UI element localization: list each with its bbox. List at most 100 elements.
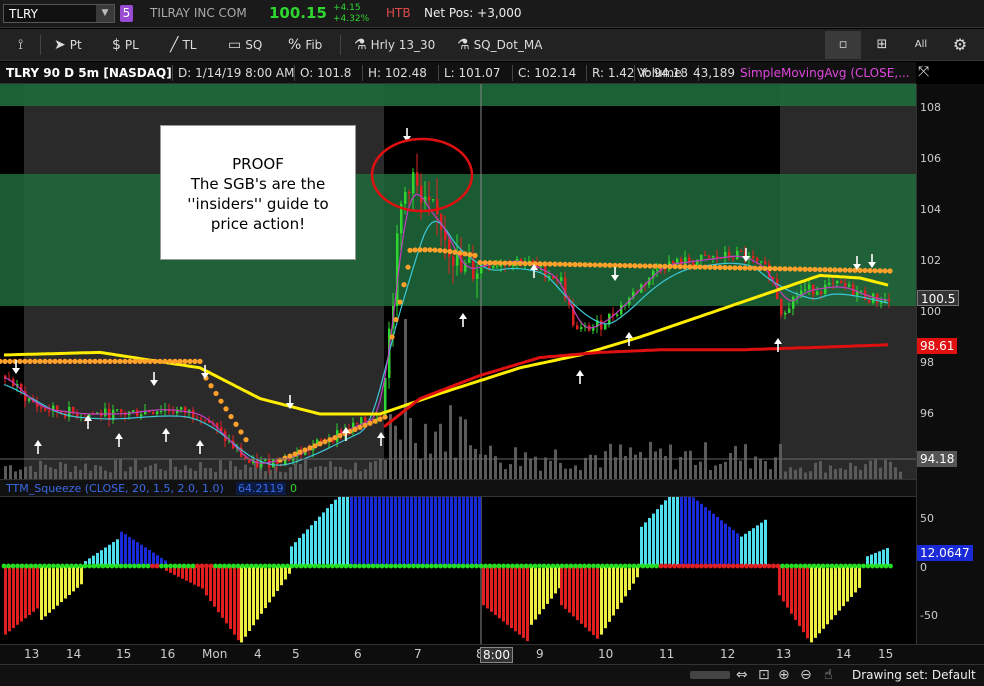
fibonacci-tool-button[interactable]: % Fib (284, 34, 326, 56)
squeeze-dot (622, 563, 628, 569)
orange-dot (457, 250, 463, 256)
squeeze-dot (73, 563, 79, 569)
squeeze-dot (555, 563, 560, 569)
histogram-bar (542, 566, 545, 610)
trendline-tool-button[interactable]: ╱ TL (166, 34, 200, 56)
time-axis[interactable]: 13 14 15 16 Mon 4 5 6 7 8 8:00 9 10 11 1… (0, 644, 984, 664)
histogram-bar (510, 566, 513, 629)
pl-tool-button[interactable]: $ PL (108, 34, 143, 56)
histogram-bar (834, 566, 837, 616)
volume-bar (44, 464, 47, 479)
price-chart[interactable] (0, 84, 916, 479)
scroll-left-right-icon[interactable]: ⇔ (736, 667, 748, 683)
histogram-bar (798, 566, 801, 627)
squeeze-dot (640, 563, 646, 569)
squeeze-dot (577, 563, 583, 569)
squeeze-dot (348, 563, 353, 569)
orange-dot (717, 264, 723, 271)
histogram-bar (386, 497, 389, 566)
link-group-badge[interactable]: 5 (120, 5, 133, 22)
squeeze-dot (195, 563, 200, 569)
squeeze-dot (730, 563, 736, 569)
histogram-bar (438, 497, 441, 566)
squeeze-dot (451, 563, 457, 569)
rectangle-tool-button[interactable]: ▭ SQ (224, 34, 266, 56)
candle-body (784, 312, 787, 315)
volume-bar (504, 469, 507, 479)
histogram-bar (16, 566, 19, 625)
status-bar: ⇔ ⊡ ⊕ ⊖ ☝ Drawing set: Default (0, 664, 984, 686)
symbol-selector[interactable]: TLRY ▼ (3, 4, 115, 23)
histogram-bar (620, 566, 623, 603)
squeeze-dot (276, 563, 281, 569)
squeeze-dot (330, 563, 335, 569)
candle-body (828, 282, 831, 285)
crosshair-toggle-icon[interactable]: ⤧ (918, 64, 929, 80)
volume-bar (369, 462, 372, 479)
histogram-bar (778, 566, 781, 596)
orange-dot (357, 424, 363, 430)
time-tick: 14 (66, 647, 82, 661)
squeeze-dot (19, 563, 25, 569)
single-layout-button[interactable]: ▫ (825, 31, 861, 59)
histogram-bar (534, 566, 537, 620)
histogram-bar (209, 566, 212, 601)
histogram-bar (402, 497, 405, 566)
orange-dot (112, 358, 118, 364)
squeeze-dot (15, 563, 20, 569)
fit-zoom-icon[interactable]: ⊡ (758, 667, 770, 683)
squeeze-dot (775, 563, 781, 569)
orange-dot (587, 262, 593, 268)
histogram-bar (32, 566, 35, 612)
sma-study-label[interactable]: SimpleMovingAvg (CLOSE,... (740, 66, 910, 80)
all-button[interactable]: All (903, 31, 939, 59)
orange-dot (887, 268, 893, 274)
squeeze-dot (771, 563, 776, 569)
squeeze-dot (784, 563, 790, 569)
study-sqdot-button[interactable]: ⚗ SQ_Dot_MA (453, 34, 546, 56)
symbol-input[interactable]: TLRY (9, 7, 38, 21)
volume-bar (539, 470, 542, 479)
histogram-bar (720, 520, 723, 566)
price-tick: 108 (920, 101, 941, 114)
candle-body (756, 258, 759, 262)
zoom-out-icon[interactable]: ⊖ (800, 667, 812, 683)
histogram-bar (72, 566, 75, 592)
volume-bar (84, 463, 87, 479)
squeeze-dot (843, 563, 848, 569)
volume-bar (184, 465, 187, 479)
orange-dot (197, 358, 203, 364)
settings-button[interactable]: ⚙ (942, 31, 978, 59)
squeeze-dot (658, 563, 664, 569)
drawing-set-selector[interactable]: Drawing set: Default (852, 668, 976, 682)
orange-dot (393, 316, 399, 323)
study-hrly-button[interactable]: ⚗ Hrly 13_30 (350, 34, 439, 56)
squeeze-dot (325, 563, 331, 569)
squeeze-dot (568, 563, 574, 569)
pin-button[interactable]: ⟟ (14, 34, 31, 56)
squeeze-histogram[interactable] (0, 497, 916, 644)
note-line: ''insiders'' guide to (187, 195, 329, 213)
horizontal-scrollbar[interactable] (690, 671, 730, 679)
volume-bar (534, 456, 537, 479)
chevron-down-icon[interactable]: ▼ (96, 5, 114, 22)
zoom-in-icon[interactable]: ⊕ (778, 667, 790, 683)
volume-bar (814, 462, 817, 479)
squeeze-dot (483, 563, 488, 569)
histogram-bar (790, 566, 793, 614)
volume-bar (704, 442, 707, 479)
histogram-bar (568, 566, 571, 613)
histogram-bar (244, 566, 247, 637)
cursor-time-tag: 8:00 (480, 647, 513, 663)
volume-bar (779, 443, 782, 479)
pointer-tool-button[interactable]: ➤ Pt (50, 34, 86, 56)
volume-bar (49, 467, 52, 479)
volume-bar (719, 464, 722, 479)
grid-layout-button[interactable]: ⊞ (864, 31, 900, 59)
histogram-bar (736, 533, 739, 566)
pan-cursor-icon[interactable]: ☝ (824, 667, 833, 683)
orange-dot (228, 413, 234, 420)
histogram-bar (724, 523, 727, 566)
squeeze-study-label[interactable]: TTM_Squeeze (CLOSE, 20, 1.5, 2.0, 1.0) (6, 482, 224, 495)
orange-dot (442, 248, 448, 254)
